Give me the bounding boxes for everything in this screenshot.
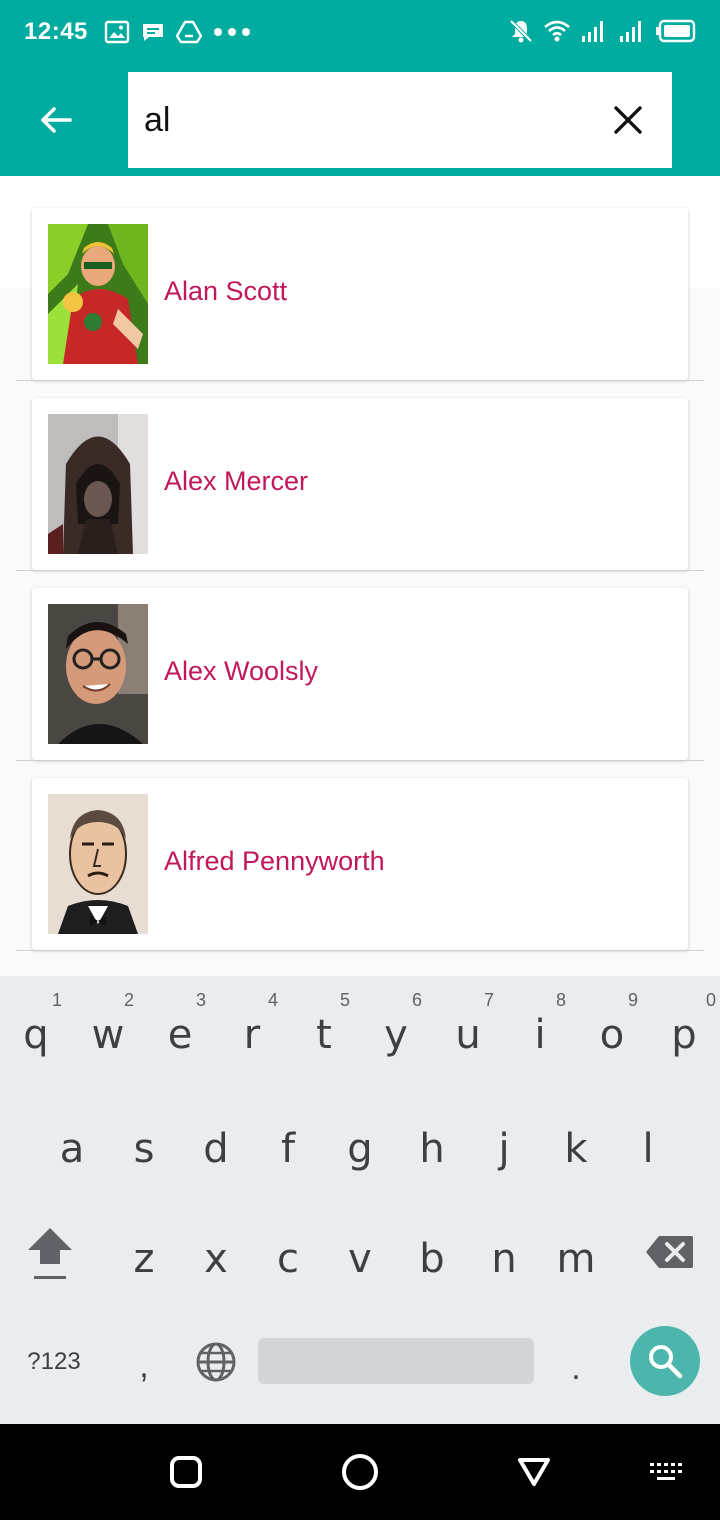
shift-key[interactable] [14,1216,86,1296]
key-v[interactable]: v [324,1196,396,1292]
status-time: 12:45 [24,18,88,45]
recents-square-icon [170,1456,202,1488]
home-button[interactable] [336,1448,384,1496]
key-z[interactable]: z [108,1196,180,1292]
key-x[interactable]: x [180,1196,252,1292]
result-card-alan-scott[interactable]: Alan Scott [32,208,688,380]
result-card-alex-mercer[interactable]: Alex Mercer [32,398,688,570]
key-u[interactable]: 7u [432,976,504,1072]
back-nav-button[interactable] [510,1448,558,1496]
home-circle-icon [342,1454,378,1490]
divider [16,380,704,381]
space-key[interactable] [258,1338,534,1384]
close-icon [614,106,642,134]
comma-key[interactable]: , [108,1336,180,1396]
search-icon [649,1345,683,1379]
key-j[interactable]: j [468,1086,540,1182]
alex-mercer-portrait [48,414,148,554]
result-name: Alex Woolsly [164,656,319,686]
key-t[interactable]: 5t [288,976,360,1072]
result-name: Alan Scott [164,276,288,306]
key-o[interactable]: 9o [576,976,648,1072]
more-dots-icon [212,19,252,45]
result-card-alex-woolsly[interactable]: Alex Woolsly [32,588,688,760]
key-s[interactable]: s [108,1086,180,1182]
symbols-key[interactable]: ?123 [14,1336,94,1388]
globe-icon [196,1342,236,1382]
alex-woolsly-portrait [48,604,148,744]
key-i[interactable]: 8i [504,976,576,1072]
search-action-key[interactable] [630,1326,700,1396]
period-key[interactable]: . [540,1338,612,1398]
key-a[interactable]: a [36,1086,108,1182]
soft-keyboard: 1q 2w 3e 4r 5t 6y 7u 8i 9o 0p a s d f g … [0,976,720,1424]
arrow-back-icon [41,107,72,133]
results-list: Alan Scott Alex Mercer Alex Woolsly Alfr… [0,176,720,976]
battery-icon [656,18,696,44]
search-toolbar [0,64,720,176]
key-l[interactable]: l [612,1086,684,1182]
divider [16,760,704,761]
keyboard-icon [650,1463,682,1480]
key-e[interactable]: 3e [144,976,216,1072]
key-g[interactable]: g [324,1086,396,1182]
back-triangle-icon [518,1458,550,1486]
key-y[interactable]: 6y [360,976,432,1072]
wifi-icon [544,18,570,44]
result-name: Alfred Pennyworth [164,846,385,876]
back-button[interactable] [24,88,88,152]
divider [16,570,704,571]
message-icon [140,19,166,45]
mute-bell-icon [508,18,534,44]
key-f[interactable]: f [252,1086,324,1182]
search-input[interactable] [144,94,584,146]
key-b[interactable]: b [396,1196,468,1292]
key-h[interactable]: h [396,1086,468,1182]
drive-icon [175,19,203,45]
navigation-bar [0,1424,720,1520]
key-c[interactable]: c [252,1196,324,1292]
key-m[interactable]: m [540,1196,612,1292]
result-card-alfred-pennyworth[interactable]: Alfred Pennyworth [32,778,688,950]
shift-arrow-icon [28,1228,72,1279]
alan-scott-portrait [48,224,148,364]
backspace-icon [646,1236,693,1268]
key-p[interactable]: 0p [648,976,720,1072]
signal-icon [618,18,646,44]
image-icon [104,19,130,45]
key-n[interactable]: n [468,1196,540,1292]
result-name: Alex Mercer [164,466,309,496]
recents-button[interactable] [162,1448,210,1496]
backspace-key[interactable] [634,1224,706,1280]
key-q[interactable]: 1q [0,976,72,1072]
divider [16,950,704,951]
alfred-pennyworth-portrait [48,794,148,934]
status-bar: 12:45 [0,0,720,64]
key-r[interactable]: 4r [216,976,288,1072]
search-box [128,72,672,168]
clear-search-button[interactable] [600,92,656,148]
signal-icon [580,18,608,44]
key-k[interactable]: k [540,1086,612,1182]
key-d[interactable]: d [180,1086,252,1182]
key-w[interactable]: 2w [72,976,144,1072]
keyboard-switch-button[interactable] [642,1448,690,1496]
language-key[interactable] [184,1334,248,1390]
